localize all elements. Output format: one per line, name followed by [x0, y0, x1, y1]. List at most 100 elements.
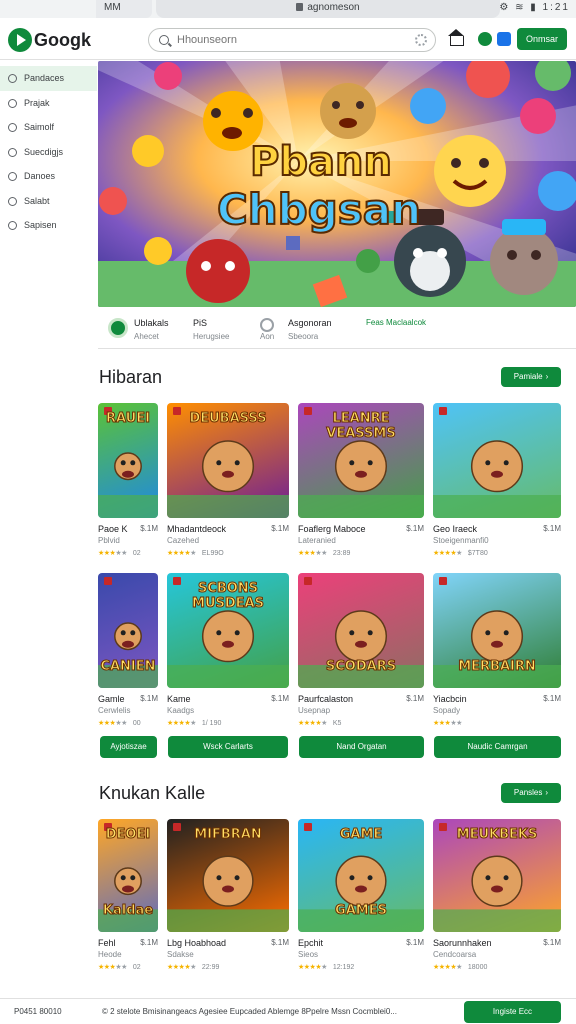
game-card[interactable]: DEUBASSS Mhadantdeock $.1M Cazehed ★★★★★ EL99…: [167, 403, 289, 568]
game-developer: Heode: [98, 950, 122, 959]
app-header: Googk Onmsar: [0, 18, 576, 60]
sidebar-item-label: Danoes: [24, 171, 56, 181]
sidebar-item[interactable]: Sapisen: [0, 213, 97, 238]
rating-count: EL99O: [201, 550, 224, 557]
game-title[interactable]: Paurfcalaston: [298, 694, 353, 704]
game-card[interactable]: RAUEI Paoe K $.1M Pblvid ★★★★★ 02: [98, 403, 158, 568]
info-link[interactable]: Feas Maclaalcok: [366, 318, 426, 327]
game-thumbnail[interactable]: LEANRE VEASSMS: [298, 403, 424, 518]
see-more-button[interactable]: Pamiale ›: [501, 367, 561, 387]
game-thumbnail[interactable]: [433, 403, 561, 518]
game-title[interactable]: Paoe K: [98, 524, 128, 534]
star-rating: ★★★★★ $7T80: [433, 550, 488, 557]
game-title[interactable]: Yiacbcin: [433, 694, 467, 704]
game-card[interactable]: MEUKBEKS Saorunnhaken $.1M Cendcoarsa ★★★★★ 1…: [433, 819, 561, 982]
url-bar[interactable]: agnomeson: [156, 0, 500, 18]
info-strip: Ublakals Ahecet PiS Herugsiee Asgonoran …: [98, 309, 576, 349]
game-title[interactable]: Foaflerg Maboce: [298, 524, 366, 534]
character-art: [433, 440, 561, 518]
sidebar-item[interactable]: Salabt: [0, 189, 97, 214]
star-rating: ★★★★★ 00: [98, 720, 141, 727]
game-thumbnail[interactable]: DEOEI Kaldae: [98, 819, 158, 932]
sidebar-item[interactable]: Danoes: [0, 164, 97, 189]
game-thumbnail[interactable]: MIFBRAN: [167, 819, 289, 932]
game-thumbnail[interactable]: CANIEN: [98, 573, 158, 688]
game-card[interactable]: SCBONS MUSDEAS Kame $.1M Kaadgs ★★★★★ 1/ 190: [167, 573, 289, 738]
footer-button[interactable]: Ingiste Ecc: [464, 1001, 561, 1023]
game-thumbnail[interactable]: RAUEI: [98, 403, 158, 518]
game-thumbnail[interactable]: DEUBASSS: [167, 403, 289, 518]
game-thumbnail[interactable]: MEUKBEKS: [433, 819, 561, 932]
game-card[interactable]: MIFBRAN Lbg Hoabhoad $.1M Sdakse ★★★★★ 22:99: [167, 819, 289, 982]
game-card[interactable]: GAME GAMES Epchit $.1M Sieos ★★★★★ 12:192: [298, 819, 424, 982]
thumbnail-bottom-art: Kaldae: [102, 903, 154, 919]
star-rating: ★★★★★ 18000: [433, 964, 488, 971]
game-title[interactable]: Fehl: [98, 938, 116, 948]
circle-icon: [8, 123, 17, 132]
search-input[interactable]: [177, 32, 407, 48]
sign-in-button[interactable]: Onmsar: [517, 28, 567, 50]
game-title[interactable]: Gamle: [98, 694, 125, 704]
game-thumbnail[interactable]: GAME GAMES: [298, 819, 424, 932]
game-size: $.1M: [543, 694, 561, 703]
game-card[interactable]: DEOEI Kaldae Fehl $.1M Heode ★★★★★ 02: [98, 819, 158, 982]
thumbnail-title-art: SCBONS MUSDEAS: [192, 581, 265, 612]
game-thumbnail[interactable]: SCBONS MUSDEAS: [167, 573, 289, 688]
game-thumbnail[interactable]: MERBAIRN: [433, 573, 561, 688]
game-card[interactable]: SCODARS Paurfcalaston $.1M Usepnap ★★★★★ K5: [298, 573, 424, 738]
hero-banner[interactable]: Pbann Chbgsan: [98, 61, 576, 307]
star-rating: ★★★★★ 02: [98, 550, 141, 557]
game-title[interactable]: Saorunnhaken: [433, 938, 492, 948]
rating-count: 1/ 190: [201, 720, 222, 727]
footer: P0451 80010 © 2 stelote Bmisinangeacs Ag…: [0, 998, 576, 1024]
game-developer: Sdakse: [167, 950, 194, 959]
game-card[interactable]: LEANRE VEASSMS Foaflerg Maboce $.1M Lateran…: [298, 403, 424, 568]
sidebar-item[interactable]: Saimolf: [0, 115, 97, 140]
search-box[interactable]: [148, 28, 436, 52]
install-button[interactable]: Wsck Carlarts: [168, 736, 288, 758]
game-card[interactable]: CANIEN Gamle $.1M Cerwlelis ★★★★★ 00: [98, 573, 158, 738]
sidebar-item[interactable]: Prajak: [0, 91, 97, 116]
game-size: $.1M: [543, 938, 561, 947]
game-thumbnail[interactable]: SCODARS: [298, 573, 424, 688]
see-more-button[interactable]: Pansles ›: [501, 783, 561, 803]
game-title[interactable]: Epchit: [298, 938, 323, 948]
sidebar-item[interactable]: Suecdigjs: [0, 140, 97, 165]
footer-version: P0451 80010: [14, 1007, 62, 1016]
sidebar-item-label: Suecdigjs: [24, 146, 64, 157]
new-badge: [304, 577, 312, 585]
star-rating: ★★★★★ 02: [98, 964, 141, 971]
footer-terms[interactable]: © 2 stelote Bmisinangeacs Agesiee Eupcad…: [102, 1007, 450, 1016]
browser-status-bar: MM agnomeson ⚙ ≋ ▮ 1:21: [0, 0, 576, 18]
game-title[interactable]: Kame: [167, 694, 191, 704]
thumbnail-title-art: GAME: [339, 827, 383, 843]
install-button[interactable]: Ayjotiszae: [100, 736, 157, 758]
game-title[interactable]: Mhadantdeock: [167, 524, 226, 534]
home-icon[interactable]: [448, 29, 464, 46]
game-size: $.1M: [271, 938, 289, 947]
info-circle-icon: [260, 318, 274, 332]
sidebar-item-label: Prajak: [24, 97, 50, 108]
logo[interactable]: Googk: [8, 27, 91, 53]
circle-icon: [8, 172, 17, 181]
thumbnail-bottom-art: SCODARS: [325, 659, 397, 675]
rating-count: 18000: [467, 964, 488, 971]
install-button[interactable]: Nand Orgatan: [299, 736, 424, 758]
game-card[interactable]: MERBAIRN Yiacbcin $.1M Sopady ★★★★★: [433, 573, 561, 738]
game-developer: Sopady: [433, 706, 461, 715]
section-title: Knukan Kalle: [99, 783, 206, 803]
chevron-right-icon: ›: [545, 372, 549, 381]
thumbnail-bottom-art: CANIEN: [100, 659, 156, 675]
game-title[interactable]: Lbg Hoabhoad: [167, 938, 226, 948]
apps-icon[interactable]: [478, 32, 492, 46]
library-icon[interactable]: [497, 32, 511, 46]
settings-gear-icon[interactable]: [415, 34, 427, 46]
game-card[interactable]: Geo Iraeck $.1M Stoeigenmanfi0 ★★★★★ $7T80: [433, 403, 561, 568]
circle-icon: [8, 74, 17, 83]
install-button[interactable]: Naudic Camrgan: [434, 736, 561, 758]
game-title[interactable]: Geo Iraeck: [433, 524, 477, 534]
sidebar-item[interactable]: Pandaces: [0, 66, 97, 91]
browser-tab[interactable]: MM: [96, 0, 152, 18]
game-developer: Usepnap: [298, 706, 331, 715]
thumbnail-title-art: DEOEI: [105, 827, 151, 843]
